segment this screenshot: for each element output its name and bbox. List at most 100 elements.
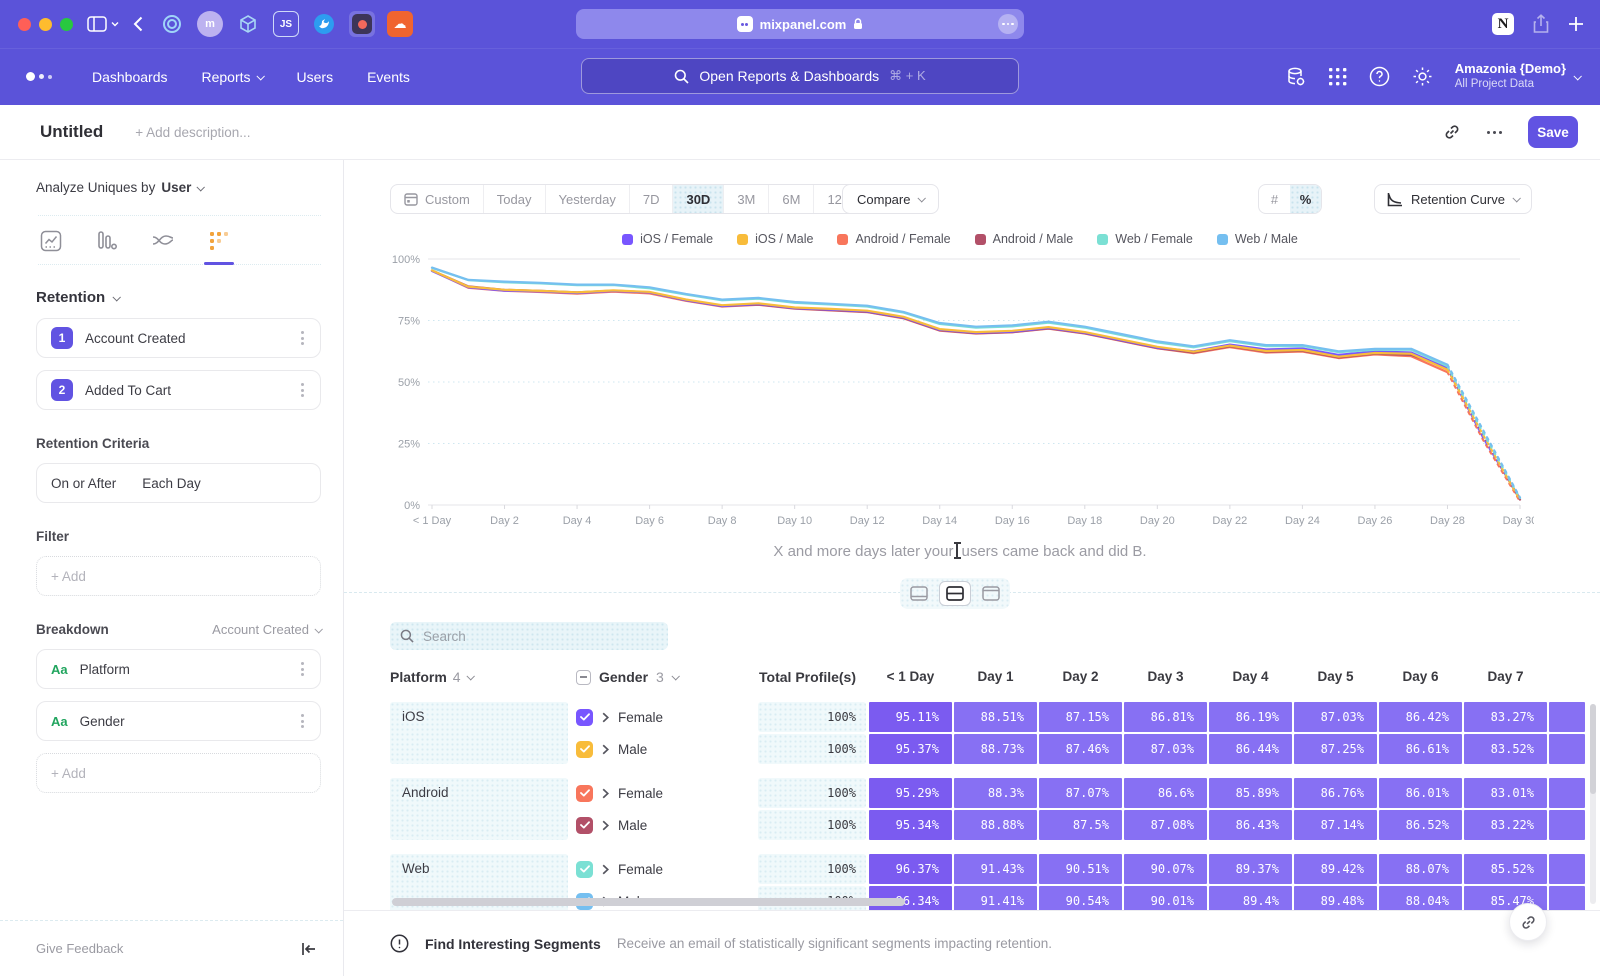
retention-cell[interactable]: 91.43% — [954, 854, 1037, 884]
retention-cell[interactable]: 83.01% — [1464, 778, 1547, 808]
percent-mode-button[interactable]: % — [1290, 185, 1321, 213]
vertical-scrollbar[interactable] — [1590, 704, 1596, 904]
new-tab-icon[interactable] — [1568, 16, 1584, 32]
criteria-condition[interactable]: On or After — [51, 476, 116, 491]
expand-row-icon[interactable] — [602, 864, 609, 875]
compare-button[interactable]: Compare — [842, 184, 939, 214]
range-custom[interactable]: Custom — [391, 185, 484, 213]
retention-cell[interactable]: 87.5% — [1039, 810, 1122, 840]
retention-cell[interactable]: 90.07% — [1124, 854, 1207, 884]
series-web-male[interactable] — [1448, 365, 1521, 498]
criteria-interval[interactable]: Each Day — [142, 476, 201, 491]
series-checkbox[interactable] — [576, 709, 593, 726]
retention-cell[interactable]: 88.88% — [954, 810, 1037, 840]
series-checkbox[interactable] — [576, 785, 593, 802]
total-profiles-header[interactable]: Total Profile(s) — [758, 669, 866, 685]
retention-cell[interactable]: 87.03% — [1124, 734, 1207, 764]
layout-chart-only-button[interactable] — [903, 581, 935, 606]
retention-cell[interactable]: 95.34% — [869, 810, 952, 840]
retention-line-chart[interactable]: 100%75%50%25%0%< 1 DayDay 2Day 4Day 6Day… — [384, 250, 1534, 530]
segments-title[interactable]: Find Interesting Segments — [425, 936, 601, 952]
global-search-button[interactable]: Open Reports & Dashboards ⌘ + K — [581, 58, 1019, 94]
expand-row-icon[interactable] — [602, 820, 609, 831]
retention-cell[interactable]: 86.19% — [1209, 702, 1292, 732]
retention-criteria-selector[interactable]: On or After Each Day — [36, 463, 321, 503]
table-search-input[interactable]: Search — [390, 622, 668, 650]
expand-row-icon[interactable] — [602, 788, 609, 799]
browser-sidebar-icon[interactable] — [87, 16, 119, 32]
retention-cell[interactable]: 87.46% — [1039, 734, 1122, 764]
maximize-window-button[interactable] — [60, 18, 73, 31]
tab-insights[interactable] — [38, 230, 64, 252]
legend-item[interactable]: iOS / Male — [737, 232, 813, 246]
select-all-checkbox[interactable] — [576, 670, 591, 685]
nav-item-reports[interactable]: Reports — [202, 69, 263, 85]
retention-cell[interactable]: 90.54% — [1039, 886, 1122, 910]
bird-extension-icon[interactable] — [311, 11, 337, 37]
add-breakdown-button[interactable]: + Add — [36, 753, 321, 793]
add-filter-button[interactable]: + Add — [36, 556, 321, 596]
add-description-field[interactable]: + Add description... — [135, 125, 250, 140]
range-7d[interactable]: 7D — [630, 185, 674, 213]
kebab-menu-icon[interactable] — [297, 710, 308, 732]
range-3m[interactable]: 3M — [724, 185, 769, 213]
retention-cell[interactable]: 85.89% — [1209, 778, 1292, 808]
data-management-icon[interactable] — [1285, 66, 1307, 88]
retention-cell[interactable]: 87.07% — [1039, 778, 1122, 808]
gender-column-header[interactable]: Gender 3 — [576, 669, 678, 685]
retention-cell[interactable]: 86.76% — [1294, 778, 1377, 808]
m-extension-icon[interactable]: m — [197, 11, 223, 37]
recorder-extension-icon[interactable] — [349, 11, 375, 37]
retention-cell[interactable]: 85.52% — [1464, 854, 1547, 884]
range-6m[interactable]: 6M — [769, 185, 814, 213]
range-today[interactable]: Today — [484, 185, 546, 213]
legend-item[interactable]: Android / Male — [975, 232, 1074, 246]
retention-cell[interactable]: 86.81% — [1124, 702, 1207, 732]
give-feedback-link[interactable]: Give Feedback — [36, 941, 123, 956]
chart-type-dropdown[interactable]: Retention Curve — [1374, 184, 1532, 214]
address-more-icon[interactable] — [998, 14, 1018, 34]
platform-column-header[interactable]: Platform 4 — [390, 669, 473, 685]
analyze-entity-dropdown[interactable]: User — [161, 180, 191, 195]
retention-cell[interactable]: 86.43% — [1209, 810, 1292, 840]
target-extension-icon[interactable] — [159, 11, 185, 37]
series-checkbox[interactable] — [576, 741, 593, 758]
close-window-button[interactable] — [18, 18, 31, 31]
retention-step-2[interactable]: 2 Added To Cart — [36, 370, 321, 410]
browser-back-icon[interactable] — [133, 16, 143, 32]
expand-row-icon[interactable] — [602, 744, 609, 755]
js-extension-icon[interactable]: JS — [273, 11, 299, 37]
copy-link-icon[interactable] — [1443, 123, 1461, 141]
cube-extension-icon[interactable] — [235, 11, 261, 37]
retention-cell[interactable]: 87.03% — [1294, 702, 1377, 732]
window-controls[interactable] — [18, 18, 73, 31]
nav-item-users[interactable]: Users — [297, 69, 334, 85]
retention-cell[interactable]: 91.41% — [954, 886, 1037, 910]
minimize-window-button[interactable] — [39, 18, 52, 31]
mixpanel-logo[interactable] — [26, 72, 52, 81]
kebab-menu-icon[interactable] — [297, 658, 308, 680]
retention-cell[interactable]: 95.11% — [869, 702, 952, 732]
help-icon[interactable] — [1369, 66, 1390, 87]
retention-cell[interactable]: 87.08% — [1124, 810, 1207, 840]
horizontal-scrollbar[interactable] — [392, 898, 905, 906]
share-link-fab[interactable] — [1509, 903, 1547, 941]
retention-cell[interactable]: 87.25% — [1294, 734, 1377, 764]
nav-item-dashboards[interactable]: Dashboards — [92, 69, 168, 85]
retention-cell[interactable]: 89.42% — [1294, 854, 1377, 884]
retention-cell[interactable]: 88.73% — [954, 734, 1037, 764]
retention-cell[interactable]: 87.14% — [1294, 810, 1377, 840]
retention-cell[interactable]: 88.3% — [954, 778, 1037, 808]
kebab-menu-icon[interactable] — [297, 379, 308, 401]
legend-item[interactable]: iOS / Female — [622, 232, 713, 246]
retention-cell[interactable]: 88.04% — [1379, 886, 1462, 910]
nav-item-events[interactable]: Events — [367, 69, 410, 85]
legend-item[interactable]: Android / Female — [837, 232, 950, 246]
retention-cell[interactable]: 95.29% — [869, 778, 952, 808]
breakdown-platform[interactable]: Aa Platform — [36, 649, 321, 689]
legend-item[interactable]: Web / Female — [1097, 232, 1193, 246]
apps-grid-icon[interactable] — [1329, 68, 1347, 86]
address-bar[interactable]: mixpanel.com — [576, 9, 1024, 39]
retention-cell[interactable]: 86.6% — [1124, 778, 1207, 808]
retention-cell[interactable]: 83.22% — [1464, 810, 1547, 840]
